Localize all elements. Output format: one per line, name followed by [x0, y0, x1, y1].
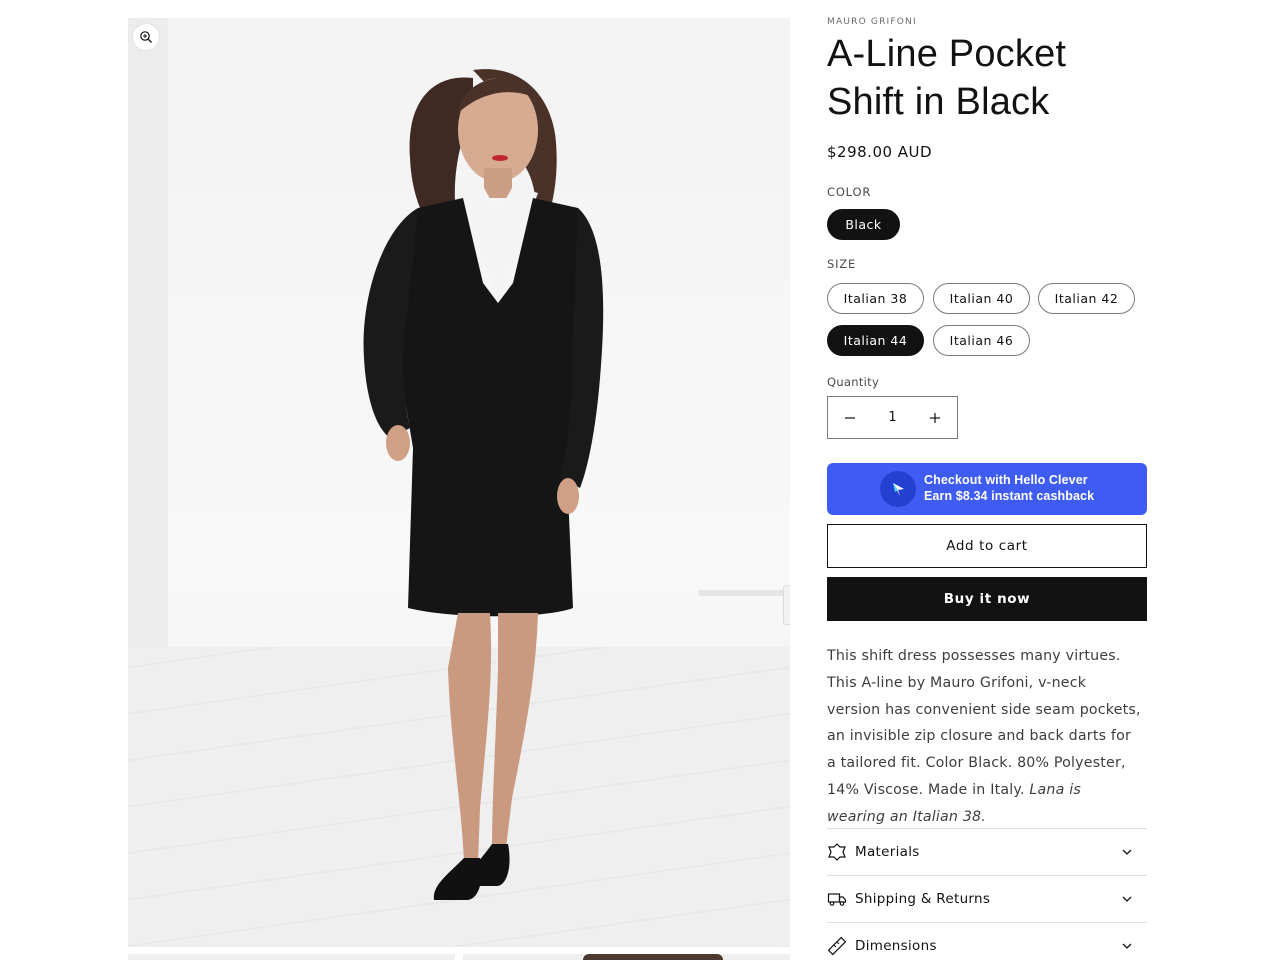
thumbnail-hair — [583, 954, 723, 960]
truck-icon — [827, 889, 847, 909]
chevron-down-icon — [1119, 891, 1135, 907]
accordion-materials[interactable]: Materials — [827, 828, 1147, 875]
buy-now-button[interactable]: Buy it now — [827, 577, 1147, 621]
color-label: COLOR — [827, 185, 872, 199]
zoom-icon[interactable] — [133, 24, 159, 50]
ruler-icon — [827, 936, 847, 956]
accordion-shipping-returns-label: Shipping & Returns — [855, 891, 991, 907]
product-main-image[interactable] — [128, 18, 790, 947]
color-option-black[interactable]: Black — [827, 209, 900, 240]
quantity-label: Quantity — [827, 375, 880, 389]
product-vendor: MAURO GRIFONI — [827, 17, 917, 27]
size-option-italian-42[interactable]: Italian 42 — [1038, 283, 1135, 314]
size-option-italian-46[interactable]: Italian 46 — [933, 325, 1030, 356]
hello-clever-checkout-button[interactable]: Checkout with Hello Clever Earn $8.34 in… — [827, 463, 1147, 515]
hello-clever-line2: Earn $8.34 instant cashback — [924, 489, 1095, 503]
fabric-icon — [827, 842, 847, 862]
description-text: This shift dress possesses many virtues.… — [827, 648, 1141, 798]
product-price: $298.00 AUD — [827, 143, 933, 161]
accordion-materials-label: Materials — [855, 844, 920, 860]
size-label: SIZE — [827, 257, 857, 271]
size-option-italian-44[interactable]: Italian 44 — [827, 325, 924, 356]
plus-icon[interactable] — [913, 397, 957, 438]
size-option-italian-40[interactable]: Italian 40 — [933, 283, 1030, 314]
product-description: This shift dress possesses many virtues.… — [827, 643, 1143, 831]
quantity-stepper: 1 — [827, 396, 958, 439]
hello-clever-line1: Checkout with Hello Clever — [924, 473, 1088, 487]
gallery-thumbnail[interactable] — [463, 954, 790, 960]
model-figure — [363, 69, 604, 900]
accordion-shipping-returns[interactable]: Shipping & Returns — [827, 875, 1147, 922]
gallery-thumbnail[interactable] — [128, 954, 455, 960]
accordion-dimensions-label: Dimensions — [855, 938, 937, 954]
quantity-input[interactable]: 1 — [872, 410, 913, 425]
product-title: A-Line Pocket Shift in Black — [827, 33, 1067, 123]
minus-icon[interactable] — [828, 397, 872, 438]
hello-clever-text: Checkout with Hello Clever Earn $8.34 in… — [924, 472, 1094, 504]
chevron-down-icon — [1119, 844, 1135, 860]
add-to-cart-button[interactable]: Add to cart — [827, 524, 1147, 568]
accordion-dimensions[interactable]: Dimensions — [827, 922, 1147, 969]
hello-clever-logo-icon — [880, 471, 916, 507]
chevron-down-icon — [1119, 938, 1135, 954]
size-option-italian-38[interactable]: Italian 38 — [827, 283, 924, 314]
